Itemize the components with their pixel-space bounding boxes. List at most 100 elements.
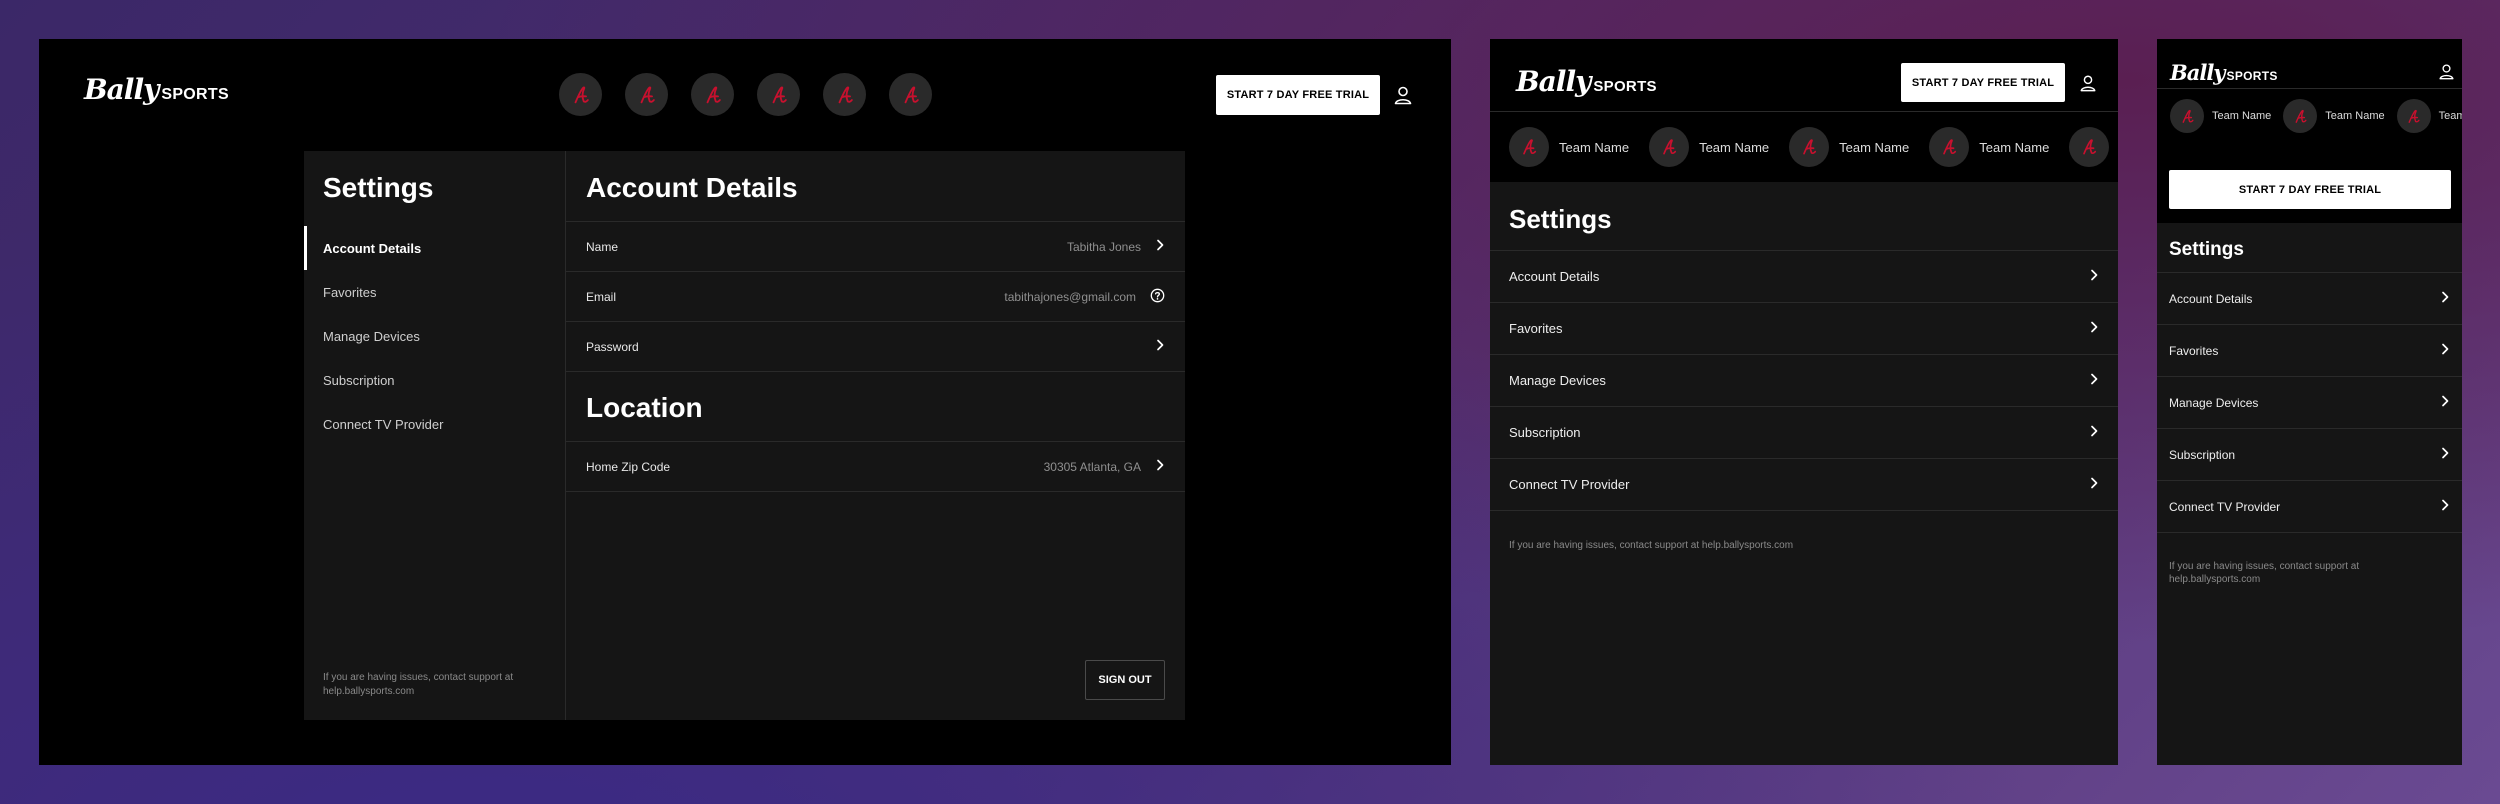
braves-a-icon (2283, 99, 2318, 133)
braves-a-icon[interactable] (757, 73, 800, 116)
settings-item-account-details[interactable]: Account Details (2157, 273, 2462, 325)
team-name: Team Name (1839, 139, 1910, 155)
account-rows: Name Tabitha Jones Email tabithajones@gm… (566, 221, 1185, 372)
chevron-right-icon (2440, 395, 2450, 410)
settings-item-favorites[interactable]: Favorites (2157, 325, 2462, 377)
start-free-trial-button[interactable]: START 7 DAY FREE TRIAL (2169, 170, 2451, 209)
user-icon[interactable] (2079, 74, 2097, 97)
settings-panel: Settings Account Details Favorites Manag… (304, 151, 1185, 720)
braves-a-icon (1649, 127, 1690, 167)
braves-a-icon[interactable] (625, 73, 668, 116)
email-row[interactable]: Email tabithajones@gmail.com (566, 272, 1185, 322)
team-item[interactable]: Team Name (1929, 127, 2049, 167)
name-row[interactable]: Name Tabitha Jones (566, 222, 1185, 272)
chevron-right-icon (1155, 239, 1165, 254)
settings-item-manage-devices[interactable]: Manage Devices (1490, 355, 2118, 407)
chevron-right-icon (2440, 447, 2450, 462)
logo-caps: SPORTS (161, 86, 229, 103)
row-label: Home Zip Code (586, 459, 671, 474)
team-item[interactable]: Team Name (2283, 99, 2385, 133)
account-details-content: Account Details Name Tabitha Jones Email… (566, 151, 1185, 720)
settings-item-connect-tv-provider[interactable]: Connect TV Provider (2157, 481, 2462, 533)
chevron-right-icon (2089, 321, 2099, 336)
settings-item-account-details[interactable]: Account Details (1490, 251, 2118, 303)
team-name: Team Name (1699, 139, 1770, 155)
password-row[interactable]: Password (566, 322, 1185, 372)
settings-item-label: Connect TV Provider (2169, 499, 2281, 514)
sign-out-button[interactable]: SIGN OUT (1085, 660, 1165, 700)
team-item[interactable]: Team Name (2396, 99, 2462, 133)
favorite-teams-bar: Team Name Team Name Team Name (2157, 88, 2462, 143)
braves-a-icon[interactable] (559, 73, 602, 116)
nav-item-account-details[interactable]: Account Details (304, 226, 565, 270)
bally-sports-logo[interactable]: Bally SPORTS (2170, 60, 2278, 85)
braves-a-icon (1509, 127, 1549, 167)
settings-item-label: Subscription (1509, 425, 1581, 440)
chevron-right-icon (2440, 291, 2450, 306)
favorite-teams-bar: Team Name Team Name Team Name Team Name (1490, 111, 2118, 182)
settings-nav: Account Details Favorites Manage Devices… (304, 226, 565, 446)
settings-item-label: Account Details (2169, 291, 2253, 306)
team-item[interactable]: Team Name (1649, 127, 1769, 167)
team-item[interactable] (2069, 127, 2110, 167)
team-name: Team Name (2212, 110, 2272, 122)
settings-item-subscription[interactable]: Subscription (1490, 407, 2118, 459)
logo-caps: SPORTS (2226, 69, 2278, 83)
row-value: tabithajones@gmail.com (1004, 289, 1136, 304)
home-zip-row[interactable]: Home Zip Code 30305 Atlanta, GA (566, 442, 1185, 492)
user-icon[interactable] (2438, 63, 2455, 85)
braves-a-icon (1929, 127, 1970, 167)
support-text: If you are having issues, contact suppor… (2169, 561, 2360, 585)
settings-item-subscription[interactable]: Subscription (2157, 429, 2462, 481)
settings-item-favorites[interactable]: Favorites (1490, 303, 2118, 355)
settings-sidebar: Settings Account Details Favorites Manag… (304, 151, 566, 720)
support-text: If you are having issues, contact suppor… (323, 672, 514, 697)
nav-item-subscription[interactable]: Subscription (304, 358, 565, 402)
desktop-frame: Bally SPORTS START 7 DAY FREE TRIAL Sett… (39, 39, 1451, 765)
bally-sports-logo[interactable]: Bally SPORTS (1516, 65, 1657, 98)
nav-item-favorites[interactable]: Favorites (304, 270, 565, 314)
chevron-right-icon (2089, 373, 2099, 388)
bally-sports-logo[interactable]: Bally SPORTS (84, 73, 229, 106)
row-value: 30305 Atlanta, GA (1043, 459, 1141, 474)
start-free-trial-button[interactable]: START 7 DAY FREE TRIAL (1901, 63, 2065, 102)
location-rows: Home Zip Code 30305 Atlanta, GA (566, 441, 1185, 492)
team-item[interactable]: Team Name (1509, 127, 1629, 167)
team-item[interactable]: Team Name (1789, 127, 1909, 167)
user-icon[interactable] (1393, 85, 1413, 110)
favorite-teams-bar (559, 73, 932, 116)
logo-script: Bally (1516, 65, 1591, 98)
settings-item-manage-devices[interactable]: Manage Devices (2157, 377, 2462, 429)
chevron-right-icon (1155, 459, 1165, 474)
team-name: Team Name (1979, 139, 2050, 155)
mobile-frame: Bally SPORTS Team Name Team Name Team Na… (2157, 39, 2462, 765)
tablet-frame: Bally SPORTS START 7 DAY FREE TRIAL Team… (1490, 39, 2118, 765)
braves-a-icon (2170, 99, 2204, 133)
settings-list: Account Details Favorites Manage Devices… (1490, 250, 2118, 511)
team-item[interactable]: Team Name (2170, 99, 2271, 133)
settings-item-connect-tv-provider[interactable]: Connect TV Provider (1490, 459, 2118, 511)
braves-a-icon[interactable] (889, 73, 932, 116)
question-circle-icon[interactable] (1150, 288, 1165, 306)
chevron-right-icon (2089, 477, 2099, 492)
braves-a-icon[interactable] (691, 73, 734, 116)
nav-item-manage-devices[interactable]: Manage Devices (304, 314, 565, 358)
row-value: Tabitha Jones (1066, 239, 1141, 254)
settings-area: Settings Account Details Favorites Manag… (1490, 182, 2118, 765)
braves-a-icon[interactable] (823, 73, 866, 116)
nav-item-connect-tv-provider[interactable]: Connect TV Provider (304, 402, 565, 446)
chevron-right-icon (2440, 343, 2450, 358)
settings-item-label: Account Details (1509, 269, 1600, 284)
team-name: Team Name (2438, 110, 2462, 122)
settings-item-label: Connect TV Provider (1509, 477, 1630, 492)
settings-area: Settings Account Details Favorites Manag… (2157, 223, 2462, 765)
settings-title: Settings (2169, 239, 2244, 260)
location-title: Location (586, 392, 703, 423)
settings-item-label: Favorites (1509, 321, 1563, 336)
team-name: Team Name (1559, 139, 1630, 155)
start-free-trial-button[interactable]: START 7 DAY FREE TRIAL (1216, 75, 1380, 115)
braves-a-icon (2396, 99, 2431, 133)
account-details-title: Account Details (586, 172, 798, 203)
settings-item-label: Manage Devices (2169, 395, 2259, 410)
chevron-right-icon (2089, 269, 2099, 284)
